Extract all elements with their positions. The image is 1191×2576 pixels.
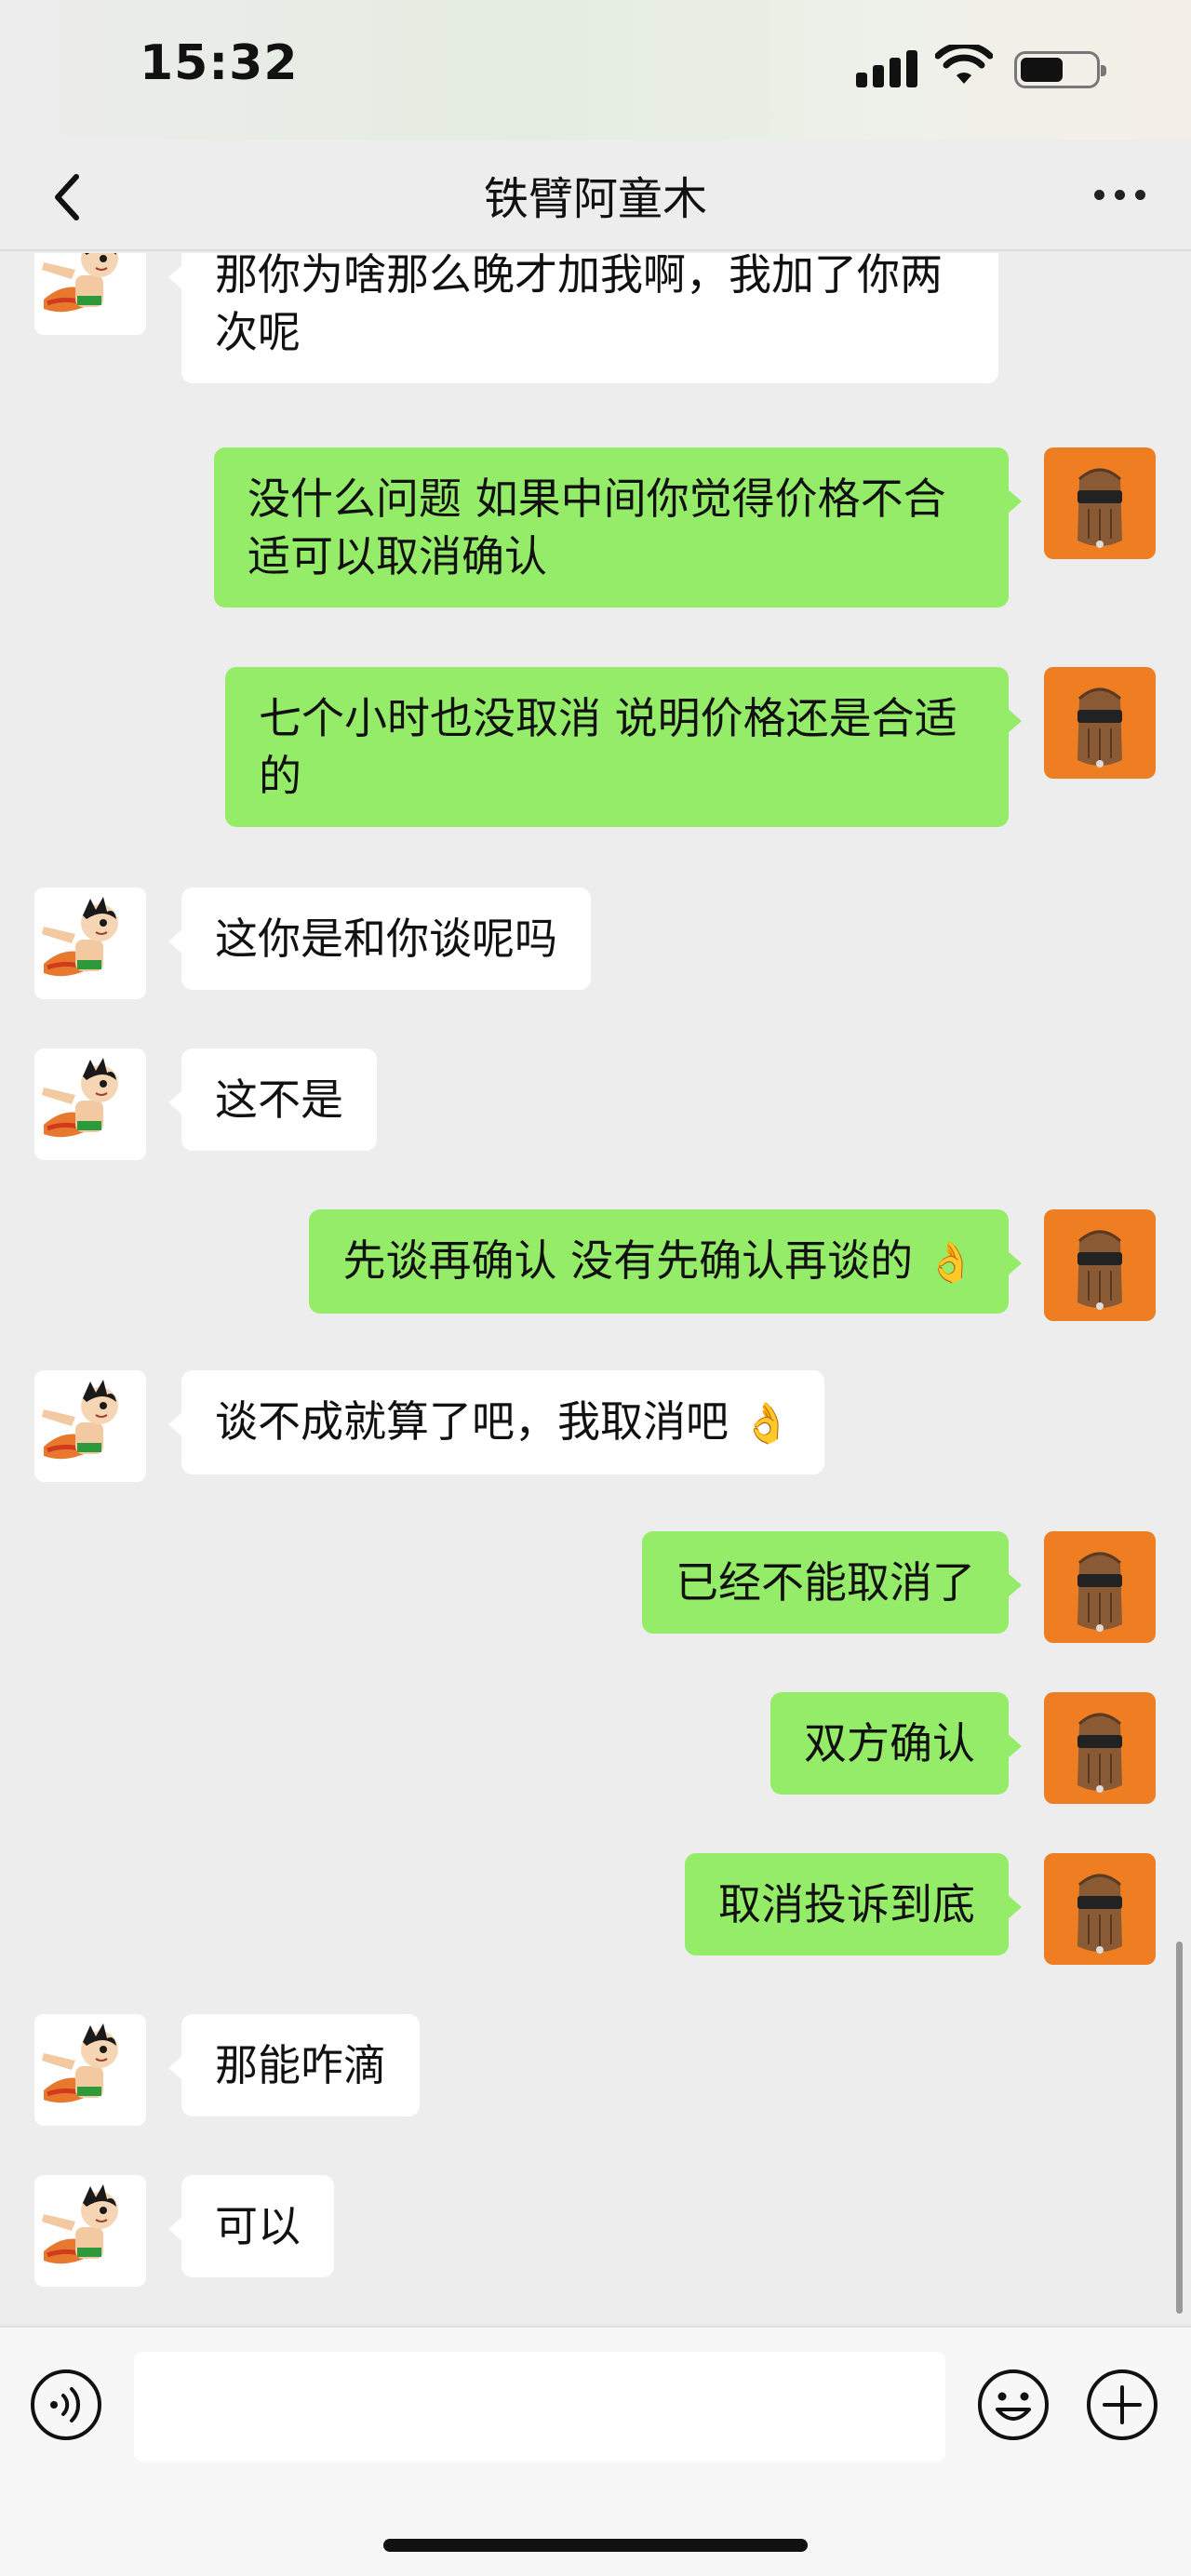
message-list[interactable]: 那你为啥那么晚才加我啊，我加了你两次呢 没什么问题 如果中间你觉得价格不合适可以… [0,253,1191,2326]
emoji-button[interactable] [975,2367,1051,2443]
message-bubble[interactable]: 这不是 [168,1048,377,1151]
message-bubble[interactable]: 没什么问题 如果中间你觉得价格不合适可以取消确认 [214,447,1022,607]
message-text: 可以 [215,2201,301,2251]
message-bubble[interactable]: 取消投诉到底 [685,1853,1022,1955]
message-bubble[interactable]: 双方确认 [770,1692,1022,1795]
signal-icon [856,48,921,87]
scrollbar[interactable] [1176,1942,1183,2314]
message-text: 那你为啥那么晚才加我啊，我加了你两次呢 [215,253,943,357]
status-time: 15:32 [140,35,299,91]
input-bar [0,2326,1191,2576]
message-text: 先谈再确认 没有先确认再谈的 [342,1235,914,1286]
message-text: 那能咋滴 [215,2040,386,2090]
my-avatar[interactable] [1044,667,1156,779]
chat-title: 铁臂阿童木 [483,173,707,225]
message-bubble[interactable]: 可以 [168,2175,334,2277]
contact-avatar[interactable] [34,1048,146,1160]
message-bubble[interactable]: 已经不能取消了 [642,1531,1022,1634]
message-text: 取消投诉到底 [718,1879,975,1929]
ok-hand-emoji: 👌 [926,1239,975,1285]
plus-button[interactable] [1084,2367,1160,2443]
battery-icon [1014,51,1106,88]
contact-avatar[interactable] [34,888,146,999]
contact-avatar[interactable] [34,2014,146,2126]
message-bubble[interactable]: 谈不成就算了吧，我取消吧 👌 [168,1370,824,1475]
my-avatar[interactable] [1044,1853,1156,1965]
status-bar: 15:32 [0,0,1191,140]
message-input[interactable] [134,2352,945,2462]
message-bubble[interactable]: 七个小时也没取消 说明价格还是合适的 [225,667,1022,827]
voice-button[interactable] [28,2367,104,2443]
message-bubble[interactable]: 那你为啥那么晚才加我啊，我加了你两次呢 [168,253,998,383]
message-text: 没什么问题 如果中间你觉得价格不合适可以取消确认 [248,474,946,581]
battery-level [1021,58,1064,82]
message-bubble[interactable]: 那能咋滴 [168,2014,420,2116]
message-text: 这你是和你谈呢吗 [215,914,557,964]
message-text: 谈不成就算了吧，我取消吧 [215,1396,729,1447]
contact-avatar[interactable] [34,1370,146,1482]
message-text: 双方确认 [804,1718,975,1768]
message-text: 这不是 [215,1074,343,1125]
wifi-icon [935,45,993,84]
my-avatar[interactable] [1044,1531,1156,1643]
contact-avatar[interactable] [34,2175,146,2287]
ok-hand-emoji: 👌 [742,1400,791,1446]
message-text: 已经不能取消了 [676,1557,975,1608]
chat-screen: 15:32 铁臂阿童木 那你为啥那么晚才加我啊，我加了你两次呢 没什么问题 如果… [0,0,1191,2576]
my-avatar[interactable] [1044,447,1156,559]
message-bubble[interactable]: 这你是和你谈呢吗 [168,888,591,990]
message-bubble[interactable]: 先谈再确认 没有先确认再谈的 👌 [309,1209,1022,1314]
my-avatar[interactable] [1044,1692,1156,1804]
home-indicator [383,2539,808,2552]
my-avatar[interactable] [1044,1209,1156,1321]
message-text: 七个小时也没取消 说明价格还是合适的 [259,693,957,801]
nav-bar: 铁臂阿童木 [0,140,1191,251]
more-button[interactable] [1092,171,1148,218]
contact-avatar[interactable] [34,253,146,335]
